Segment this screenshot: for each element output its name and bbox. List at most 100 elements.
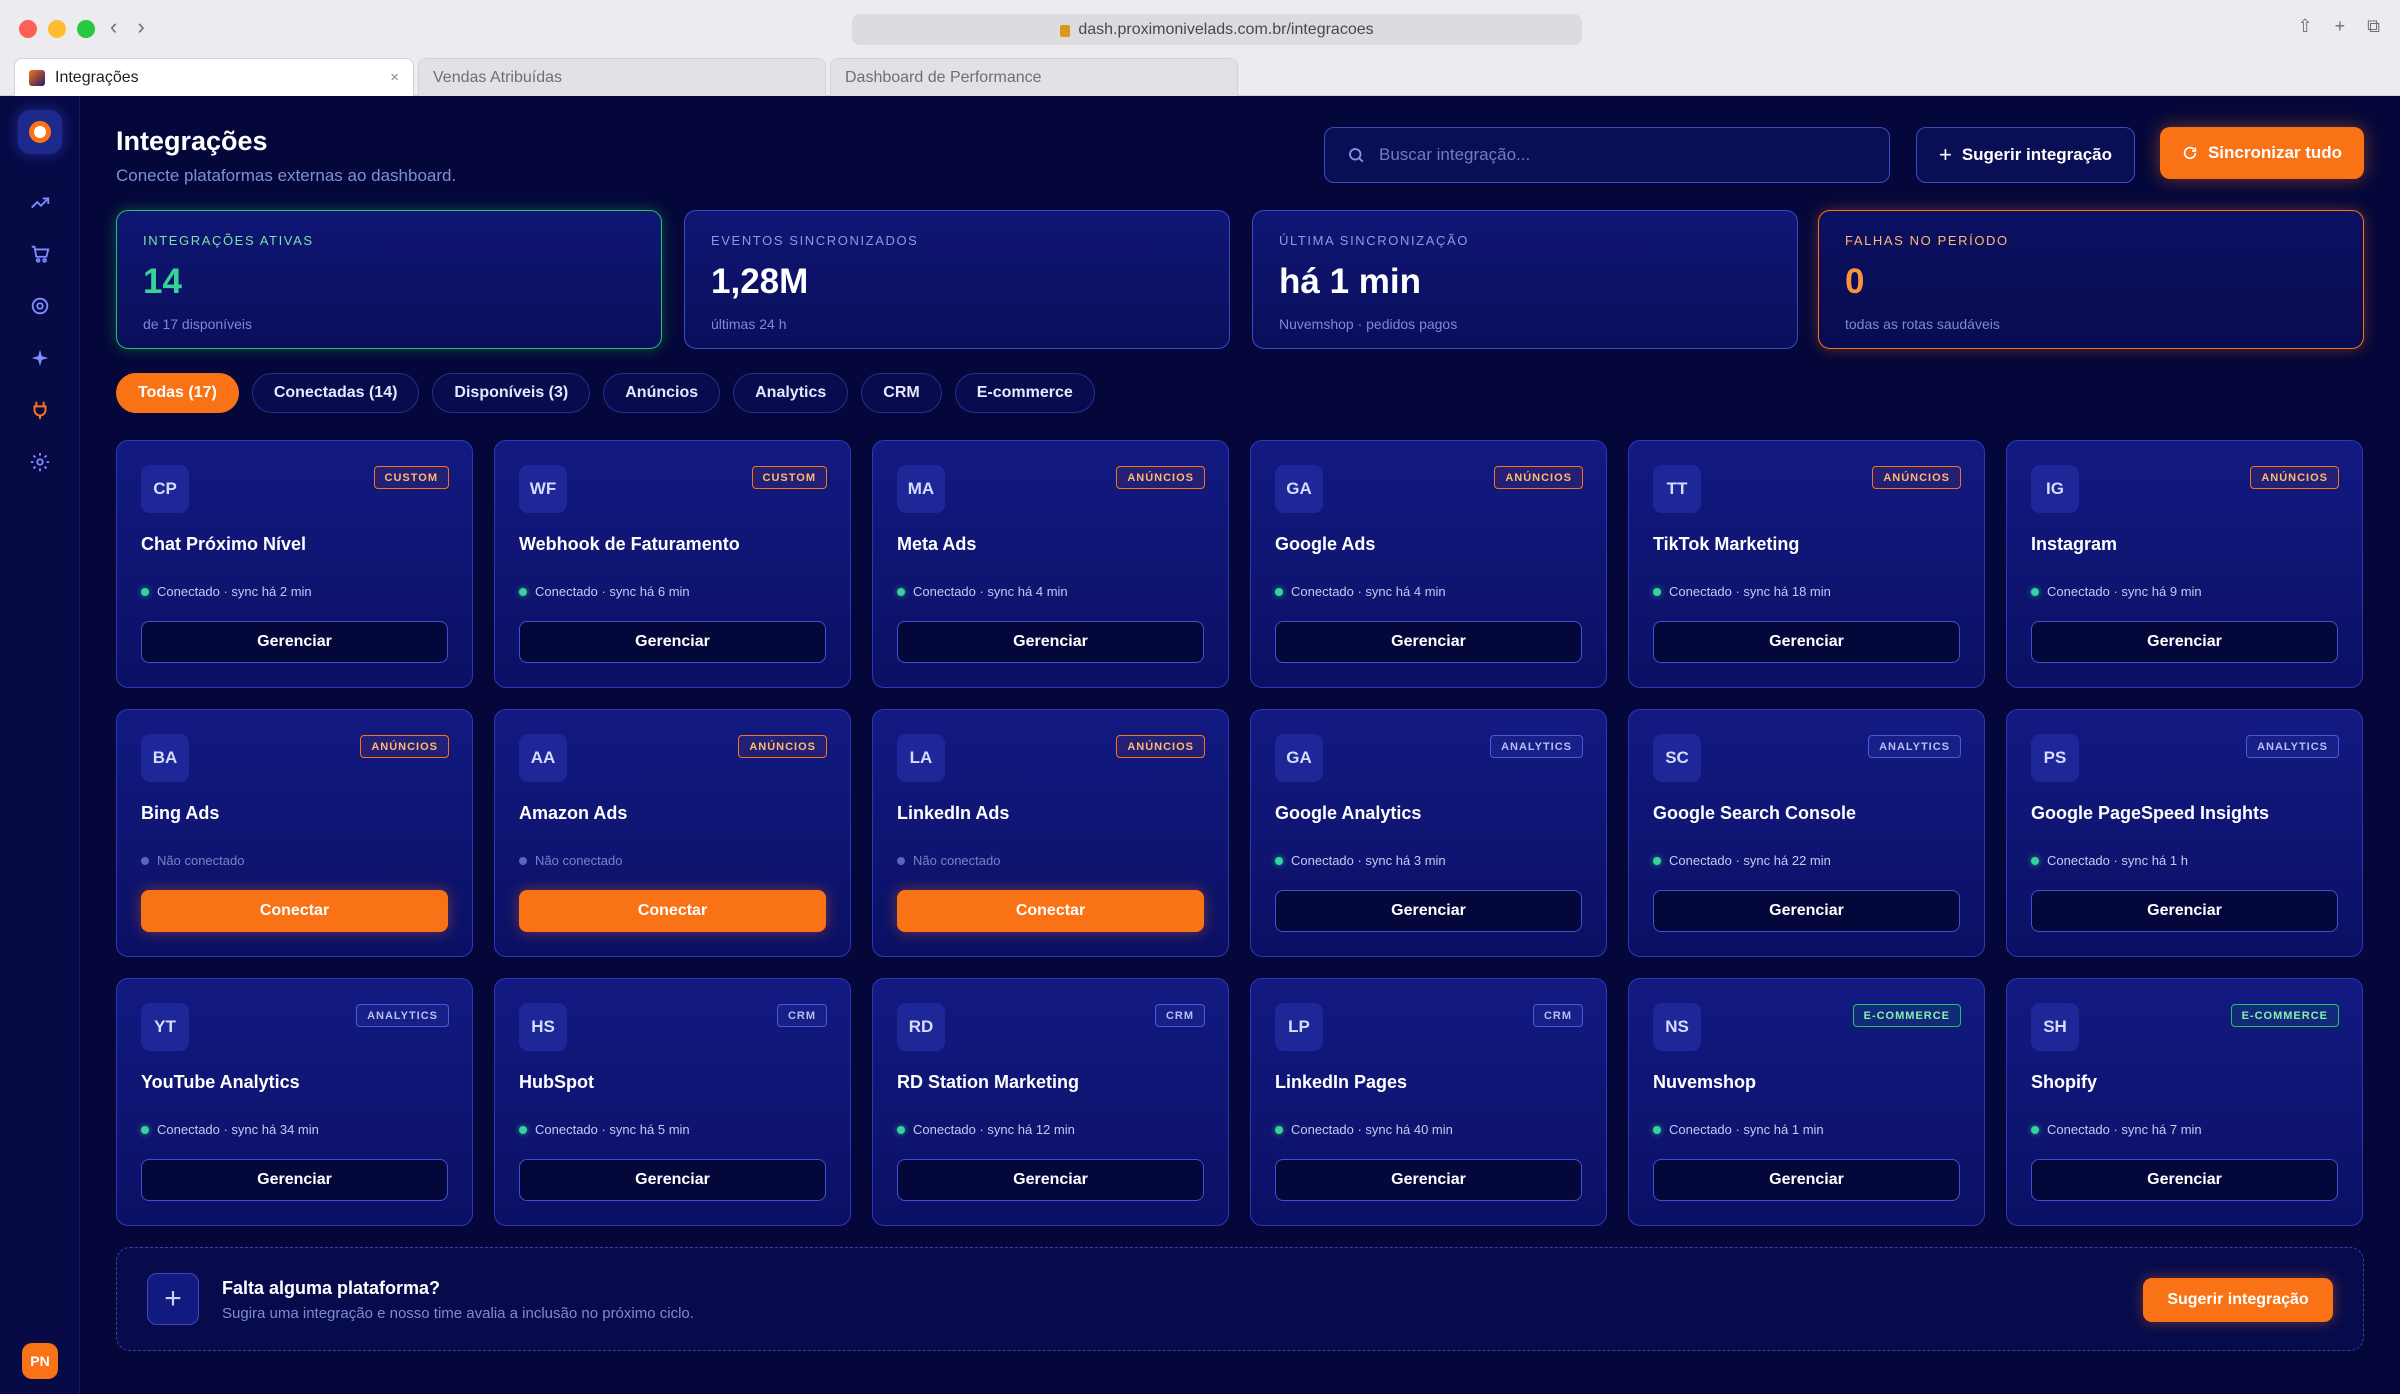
cart-icon xyxy=(31,245,50,263)
status-text: Conectado · sync há 4 min xyxy=(1291,584,1446,599)
integration-card: SC ANALYTICS Google Search Console Conectad… xyxy=(1628,709,1985,957)
manage-button[interactable]: Gerenciar xyxy=(1653,890,1960,932)
manage-button[interactable]: Gerenciar xyxy=(141,1159,448,1201)
category-badge: ANALYTICS xyxy=(2246,735,2339,758)
status-dot-icon xyxy=(141,856,149,865)
browser-tab[interactable]: Integrações × xyxy=(14,58,414,96)
integration-name: Google Ads xyxy=(1275,534,1376,554)
filter-chip-all[interactable]: Todas (17) xyxy=(116,373,239,413)
sidebar-item-settings[interactable] xyxy=(26,448,54,476)
stat-value: 0 xyxy=(1845,262,1865,301)
trending-up-icon xyxy=(31,197,50,209)
suggest-integration-button[interactable]: + Sugerir integração xyxy=(1916,127,2135,183)
manage-button[interactable]: Gerenciar xyxy=(1275,890,1582,932)
manage-button[interactable]: Gerenciar xyxy=(1653,621,1960,663)
status-text: Conectado · sync há 40 min xyxy=(1291,1122,1453,1137)
manage-button[interactable]: Gerenciar xyxy=(897,621,1204,663)
status-dot-icon xyxy=(141,587,149,596)
sidebar-item-sales[interactable] xyxy=(26,240,54,268)
manage-button[interactable]: Gerenciar xyxy=(519,1159,826,1201)
url-text: dash.proximonivelads.com.br/integracoes xyxy=(1078,20,1374,38)
integration-card: BA ANÚNCIOS Bing Ads Não conectado Conectar xyxy=(116,709,473,957)
stat-subtext: todas as rotas saudáveis xyxy=(1845,316,2000,332)
close-window-button[interactable] xyxy=(19,20,37,38)
filter-chip-available[interactable]: Disponíveis (3) xyxy=(432,373,591,413)
manage-button[interactable]: Gerenciar xyxy=(1275,621,1582,663)
filter-chip-ads[interactable]: Anúncios xyxy=(603,373,721,413)
category-badge: ANALYTICS xyxy=(356,1004,449,1027)
integration-card: MA ANÚNCIOS Meta Ads Conectado · sync há 4 … xyxy=(872,440,1229,688)
tab-overview-icon[interactable]: ⧉ xyxy=(2367,16,2380,37)
share-icon[interactable]: ⇧ xyxy=(2298,16,2313,37)
sidebar-item-insights[interactable] xyxy=(26,344,54,372)
status-text: Conectado · sync há 34 min xyxy=(157,1122,319,1137)
maximize-window-button[interactable] xyxy=(77,20,95,38)
add-platform-icon[interactable]: + xyxy=(147,1273,199,1325)
search-input[interactable] xyxy=(1379,145,1859,165)
back-icon[interactable]: ‹ xyxy=(110,14,117,40)
forward-icon[interactable]: › xyxy=(137,14,144,40)
status-dot-icon xyxy=(1275,587,1283,596)
browser-tab[interactable]: Dashboard de Performance xyxy=(830,58,1238,96)
status-dot-icon xyxy=(141,1125,149,1134)
connect-button[interactable]: Conectar xyxy=(141,890,448,932)
sync-all-button[interactable]: Sincronizar tudo xyxy=(2160,127,2364,179)
manage-button[interactable]: Gerenciar xyxy=(141,621,448,663)
integration-name: HubSpot xyxy=(519,1072,594,1092)
window-controls xyxy=(19,20,95,38)
manage-button[interactable]: Gerenciar xyxy=(519,621,826,663)
connection-status: Conectado · sync há 4 min xyxy=(1275,584,1446,599)
stat-label: ÚLTIMA SINCRONIZAÇÃO xyxy=(1279,233,1469,248)
integration-card: AA ANÚNCIOS Amazon Ads Não conectado Conecta… xyxy=(494,709,851,957)
status-dot-icon xyxy=(897,1125,905,1134)
integration-name: Bing Ads xyxy=(141,803,220,823)
manage-button[interactable]: Gerenciar xyxy=(1275,1159,1582,1201)
manage-button[interactable]: Gerenciar xyxy=(2031,890,2338,932)
integration-initials: NS xyxy=(1653,1003,1701,1051)
suggest-banner-button[interactable]: Sugerir integração xyxy=(2143,1278,2333,1322)
history-nav: ‹ › xyxy=(110,14,145,40)
integration-name: TikTok Marketing xyxy=(1653,534,1800,554)
tab-label: Integrações xyxy=(55,68,139,86)
filter-chip-ecommerce[interactable]: E-commerce xyxy=(954,373,1095,413)
address-bar[interactable]: dash.proximonivelads.com.br/integracoes xyxy=(852,14,1582,45)
manage-button[interactable]: Gerenciar xyxy=(1653,1159,1960,1201)
integration-initials: WF xyxy=(519,465,567,513)
category-badge: CRM xyxy=(1154,1004,1205,1027)
filter-chip-crm[interactable]: CRM xyxy=(861,373,942,413)
filter-chip-connected[interactable]: Conectadas (14) xyxy=(251,373,420,413)
brand-logo[interactable] xyxy=(18,110,62,154)
category-badge: ANALYTICS xyxy=(1868,735,1961,758)
category-badge: CUSTOM xyxy=(751,466,827,489)
connection-status: Conectado · sync há 12 min xyxy=(897,1122,1075,1137)
filter-chip-analytics[interactable]: Analytics xyxy=(733,373,849,413)
stat-label: INTEGRAÇÕES ATIVAS xyxy=(143,233,314,248)
minimize-window-button[interactable] xyxy=(48,20,66,38)
connect-button[interactable]: Conectar xyxy=(897,890,1204,932)
page-title: Integrações xyxy=(116,126,268,156)
integration-card: IG ANÚNCIOS Instagram Conectado · sync há 9… xyxy=(2006,440,2363,688)
connection-status: Não conectado xyxy=(519,853,622,868)
integration-card: LA ANÚNCIOS LinkedIn Ads Não conectado Conec… xyxy=(872,709,1229,957)
sidebar-item-integrations[interactable] xyxy=(26,396,54,424)
manage-button[interactable]: Gerenciar xyxy=(2031,1159,2338,1201)
user-avatar[interactable]: PN xyxy=(22,1343,58,1379)
manage-button[interactable]: Gerenciar xyxy=(2031,621,2338,663)
integration-name: Google Search Console xyxy=(1653,803,1857,823)
new-tab-icon[interactable]: + xyxy=(2335,16,2346,37)
sidebar-item-goals[interactable] xyxy=(26,292,54,320)
category-badge: ANÚNCIOS xyxy=(1116,466,1205,489)
close-tab-icon[interactable]: × xyxy=(390,69,399,86)
category-badge: ANÚNCIOS xyxy=(738,735,827,758)
integration-initials: SC xyxy=(1653,734,1701,782)
browser-tab[interactable]: Vendas Atribuídas xyxy=(418,58,826,96)
integration-name: Nuvemshop xyxy=(1653,1072,1757,1092)
integration-card: LP CRM LinkedIn Pages Conectado · sync há 4… xyxy=(1250,978,1607,1226)
sidebar-item-performance[interactable] xyxy=(26,189,54,217)
manage-button[interactable]: Gerenciar xyxy=(897,1159,1204,1201)
refresh-icon xyxy=(2183,146,2197,160)
integration-initials: GA xyxy=(1275,734,1323,782)
stat-subtext: últimas 24 h xyxy=(711,316,787,332)
connect-button[interactable]: Conectar xyxy=(519,890,826,932)
integration-initials: YT xyxy=(141,1003,189,1051)
